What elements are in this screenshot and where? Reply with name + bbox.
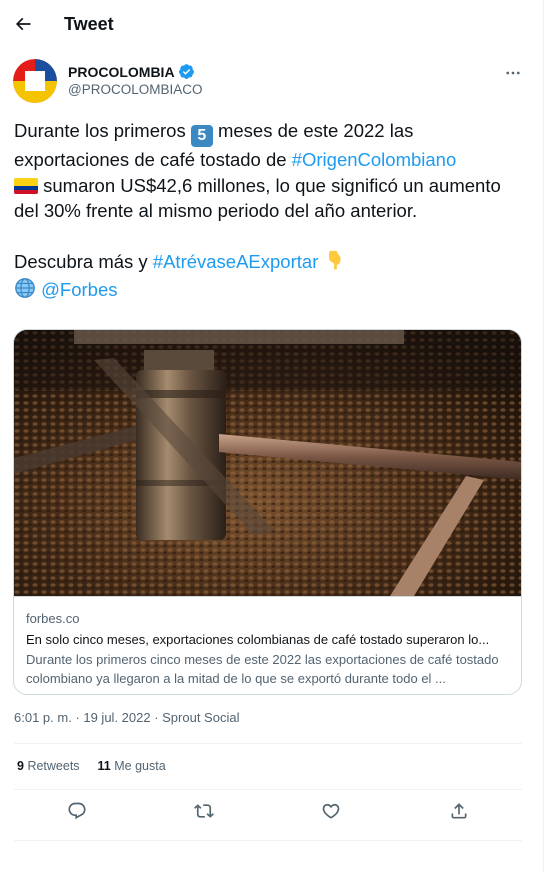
- card-meta[interactable]: forbes.co En solo cinco meses, exportaci…: [14, 596, 521, 694]
- author-name-text: PROCOLOMBIA: [68, 63, 175, 80]
- top-bar: Tweet: [0, 0, 544, 50]
- hashtag-link[interactable]: #OrigenColombiano: [292, 149, 457, 170]
- globe-icon: [14, 277, 36, 306]
- reply-icon: [68, 802, 86, 820]
- verified-badge-icon: [178, 64, 194, 79]
- card-domain: forbes.co: [26, 611, 80, 626]
- likes-label: Me gusta: [114, 759, 166, 773]
- more-horizontal-icon: [506, 71, 520, 75]
- retweets-count: 9: [17, 759, 24, 773]
- tweet-text-segment: sumaron US$42,6 millones, lo que signifi…: [14, 174, 501, 222]
- divider: [14, 840, 522, 841]
- tweet-page: Tweet PROCOLOMBIA @PROCOLOMBIACO Durante…: [0, 0, 544, 872]
- share-icon: [451, 803, 467, 819]
- tweet-actions: [0, 797, 544, 825]
- page-title: Tweet: [64, 14, 114, 34]
- colombia-flag-icon: [14, 177, 38, 194]
- back-button[interactable]: [8, 9, 38, 39]
- tweet-paragraph-2: Descubra más y #AtrévaseAExportar @Forbe…: [14, 249, 529, 306]
- card-title: En solo cinco meses, exportaciones colom…: [26, 632, 490, 647]
- mention-link[interactable]: @Forbes: [41, 279, 117, 300]
- keycap-emoji: 5: [190, 125, 213, 147]
- retweets-stat[interactable]: 9 Retweets: [17, 759, 80, 773]
- likes-count: 11: [97, 759, 111, 773]
- divider: [14, 789, 522, 790]
- author-handle[interactable]: @PROCOLOMBIACO: [68, 82, 202, 97]
- arrow-left-icon: [15, 17, 31, 31]
- card-image[interactable]: [14, 330, 521, 596]
- avatar[interactable]: [13, 59, 57, 103]
- hashtag-link[interactable]: #AtrévaseAExportar: [153, 251, 319, 272]
- like-button[interactable]: [317, 797, 345, 825]
- tweet-text: Durante los primeros 5 meses de este 202…: [14, 118, 529, 306]
- tweet-text-segment: Durante los primeros: [14, 120, 191, 141]
- card-description: Durante los primeros cinco meses de este…: [26, 652, 499, 686]
- tweet-paragraph-1: Durante los primeros 5 meses de este 202…: [14, 118, 529, 224]
- retweet-button[interactable]: [190, 797, 218, 825]
- retweets-label: Retweets: [27, 759, 80, 773]
- like-icon: [322, 803, 340, 819]
- tweet-stats: 9 Retweets 11 Me gusta: [17, 759, 166, 773]
- share-button[interactable]: [445, 797, 473, 825]
- tweet-timestamp[interactable]: 6:01 p. m. · 19 jul. 2022 · Sprout Socia…: [14, 710, 239, 725]
- retweet-icon: [194, 804, 214, 818]
- more-options-button[interactable]: [500, 60, 526, 86]
- pointing-down-hand-icon: [324, 249, 346, 278]
- likes-stat[interactable]: 11 Me gusta: [98, 759, 166, 773]
- tweet-text-segment: Descubra más y: [14, 250, 153, 272]
- reply-button[interactable]: [63, 797, 91, 825]
- divider: [14, 743, 522, 744]
- link-preview-card[interactable]: forbes.co En solo cinco meses, exportaci…: [13, 329, 522, 695]
- author-name[interactable]: PROCOLOMBIA: [68, 63, 195, 80]
